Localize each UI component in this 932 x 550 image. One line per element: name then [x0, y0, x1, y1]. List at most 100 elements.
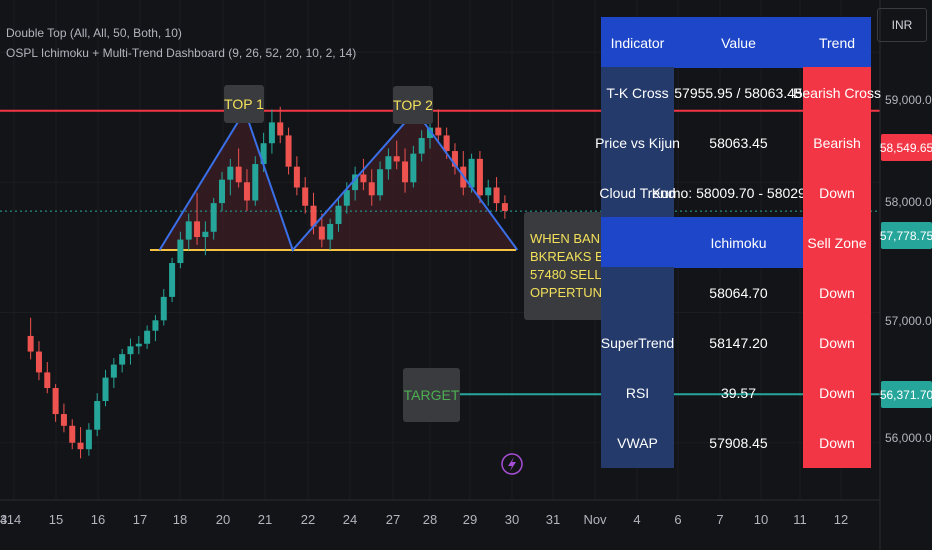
- candle-body[interactable]: [318, 226, 325, 240]
- row-indicator: [601, 217, 674, 268]
- dashboard-row: 58064.70 Down: [601, 267, 871, 318]
- candle-body[interactable]: [418, 138, 425, 154]
- row-indicator: RSI: [601, 367, 674, 418]
- header-trend: Trend: [803, 17, 871, 68]
- candle-body[interactable]: [185, 221, 192, 240]
- row-value: 58147.20: [709, 334, 768, 351]
- candle-body[interactable]: [368, 182, 375, 196]
- candle-body[interactable]: [69, 425, 76, 443]
- candle-body[interactable]: [110, 364, 117, 378]
- x-tick-label: 16: [90, 512, 106, 527]
- candle-body[interactable]: [493, 187, 500, 204]
- header-indicator: Indicator: [601, 17, 674, 68]
- x-tick-label: 31: [545, 512, 561, 527]
- row-value: 57908.45: [709, 434, 768, 451]
- candle-body[interactable]: [77, 442, 84, 450]
- row-indicator: [601, 267, 674, 318]
- header-value: Value: [674, 17, 803, 68]
- candle-body[interactable]: [277, 122, 284, 136]
- candle-body[interactable]: [194, 221, 201, 237]
- row-value: Kumo: 58009.70 - 58029.80: [651, 184, 826, 201]
- candle-body[interactable]: [485, 187, 492, 196]
- dashboard-row: VWAP 57908.45 Down: [601, 417, 871, 468]
- candle-body[interactable]: [335, 205, 342, 224]
- row-value: 57955.95 / 58063.45: [674, 84, 803, 101]
- candle-body[interactable]: [119, 354, 126, 365]
- candle-body[interactable]: [160, 296, 167, 321]
- x-tick-label: 6: [674, 512, 682, 527]
- indicator-ichimoku-legend[interactable]: OSPL Ichimoku + Multi-Trend Dashboard (9…: [6, 46, 356, 60]
- x-tick-label: 30: [504, 512, 520, 527]
- candle-body[interactable]: [385, 156, 392, 170]
- candle-body[interactable]: [27, 335, 34, 352]
- candle-body[interactable]: [210, 203, 217, 232]
- row-value: 58064.70: [709, 284, 768, 301]
- indicator-double-top-legend[interactable]: Double Top (All, All, 50, Both, 10): [6, 26, 182, 40]
- candle-body[interactable]: [285, 135, 292, 167]
- x-tick-label: 18: [172, 512, 188, 527]
- row-trend: Bearish Cross: [793, 67, 881, 118]
- candle-body[interactable]: [243, 182, 250, 201]
- target-price-label: 56,371.70: [880, 381, 932, 408]
- row-trend: Down: [803, 417, 871, 468]
- dashboard-row: SuperTrend 58147.20 Down: [601, 317, 871, 368]
- candle-body[interactable]: [44, 372, 51, 389]
- candle-body[interactable]: [501, 203, 508, 211]
- candle-body[interactable]: [476, 158, 483, 196]
- candle-body[interactable]: [293, 166, 300, 188]
- candle-body[interactable]: [169, 263, 176, 297]
- x-tick-label: 22: [300, 512, 316, 527]
- candle-body[interactable]: [252, 164, 259, 201]
- row-value: Ichimoku: [674, 217, 803, 268]
- candle-body[interactable]: [52, 388, 59, 415]
- x-tick-label: 4: [633, 512, 641, 527]
- candle-body[interactable]: [268, 122, 275, 144]
- row-trend: Down: [803, 167, 871, 218]
- candle-body[interactable]: [410, 153, 417, 183]
- candle-body[interactable]: [102, 377, 109, 402]
- dashboard-row: Ichimoku Sell Zone: [601, 217, 871, 268]
- row-indicator: VWAP: [601, 417, 674, 468]
- top1-label: TOP 1: [224, 85, 264, 123]
- candle-body[interactable]: [219, 179, 225, 204]
- candle-body[interactable]: [227, 166, 234, 180]
- x-tick-label: 24: [342, 512, 358, 527]
- x-tick-label: 14: [6, 512, 22, 527]
- currency-selector[interactable]: INR: [877, 8, 927, 42]
- y-tick-label: 56,000.00: [885, 431, 932, 445]
- x-tick-label: 12: [833, 512, 849, 527]
- row-trend: Down: [803, 317, 871, 368]
- row-trend: Sell Zone: [803, 217, 871, 268]
- candle-body[interactable]: [127, 346, 134, 355]
- candle-body[interactable]: [435, 127, 442, 136]
- candle-body[interactable]: [235, 166, 242, 183]
- candle-body[interactable]: [393, 156, 400, 162]
- candle-body[interactable]: [202, 231, 209, 237]
- x-tick-label: 11: [793, 512, 807, 527]
- candle-body[interactable]: [85, 429, 92, 450]
- row-trend: Down: [803, 367, 871, 418]
- candle-body[interactable]: [94, 401, 101, 430]
- x-tick-label: Nov: [583, 512, 607, 527]
- dashboard-row: T-K Cross 57955.95 / 58063.45 Bearish Cr…: [601, 67, 881, 118]
- candle-body[interactable]: [35, 351, 42, 373]
- candle-body[interactable]: [443, 135, 450, 152]
- candle-body[interactable]: [327, 223, 334, 240]
- row-value: 58063.45: [709, 134, 768, 151]
- candle-body[interactable]: [152, 320, 159, 331]
- x-tick-label: 14: [0, 512, 8, 527]
- candle-body[interactable]: [377, 169, 384, 196]
- candle-body[interactable]: [360, 174, 367, 183]
- candle-body[interactable]: [402, 161, 409, 183]
- candle-body[interactable]: [177, 239, 184, 264]
- candle-body[interactable]: [144, 330, 151, 344]
- candle-body[interactable]: [60, 414, 67, 426]
- x-tick-label: 17: [132, 512, 148, 527]
- target-label: TARGET: [403, 368, 460, 422]
- row-indicator: Price vs Kijun: [595, 117, 680, 168]
- row-value: 39.57: [720, 384, 757, 401]
- candle-body[interactable]: [135, 343, 142, 347]
- x-tick-label: 28: [422, 512, 438, 527]
- dashboard-row: RSI 39.57 Down: [601, 367, 871, 418]
- candle-body[interactable]: [302, 187, 309, 206]
